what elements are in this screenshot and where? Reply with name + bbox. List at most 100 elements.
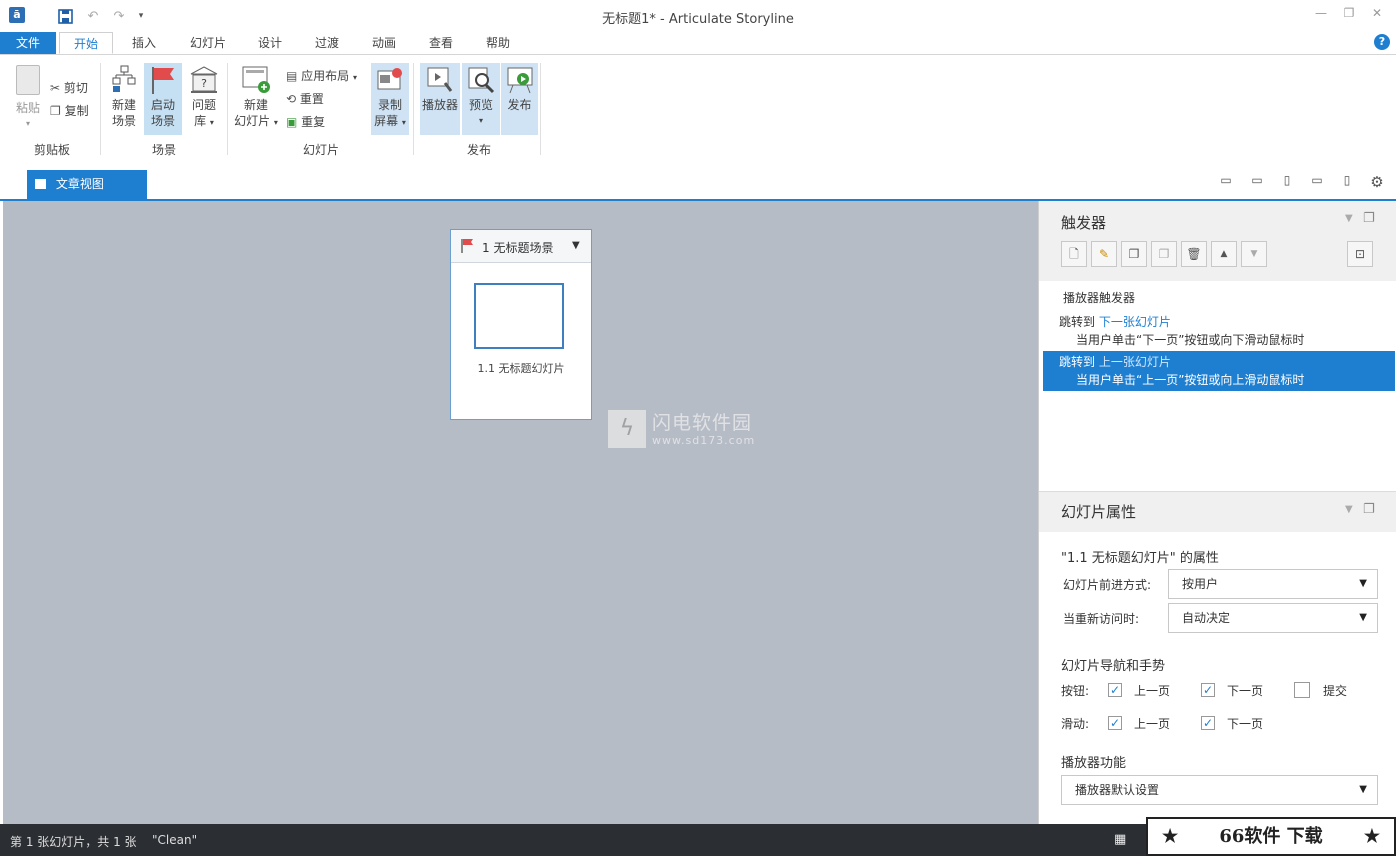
record-screen-button[interactable]: 录制 屏幕 ▾ xyxy=(371,63,409,135)
advance-select[interactable]: 按用户 ▼ xyxy=(1168,569,1378,599)
player-features-value: 播放器默认设置 xyxy=(1075,783,1160,797)
copy-button[interactable]: ❐ 复制 xyxy=(50,102,98,120)
float-panel-icon[interactable]: ❐ xyxy=(1363,502,1375,517)
buttons-submit-checkbox[interactable] xyxy=(1294,682,1310,698)
star-icon: ★ xyxy=(1162,826,1179,847)
publish-button[interactable]: 发布 xyxy=(501,63,538,135)
move-down-button[interactable]: ▼ xyxy=(1241,241,1267,267)
minimize-button[interactable]: — xyxy=(1310,6,1332,24)
grid-view-icon[interactable]: ▦ xyxy=(1114,832,1126,847)
copy-trigger-button[interactable]: ❐ xyxy=(1121,241,1147,267)
apply-layout-button[interactable]: ▤ 应用布局 ▾ xyxy=(286,67,370,85)
buttons-prev-label: 上一页 xyxy=(1134,684,1171,698)
group-label-publish: 发布 xyxy=(466,143,491,157)
start-scene-button[interactable]: 启动 场景 xyxy=(144,63,182,135)
duplicate-icon: ▣ xyxy=(286,115,298,129)
trigger-action: 跳转到 xyxy=(1059,315,1096,329)
new-slide-button[interactable]: 新建 幻灯片 ▾ xyxy=(233,63,279,135)
group-label-scene: 场景 xyxy=(151,143,176,157)
new-slide-label-2-row: 幻灯片 ▾ xyxy=(233,113,279,131)
swipe-prev-checkbox[interactable]: ✓ xyxy=(1108,716,1122,730)
trigger-target-link[interactable]: 上一张幻灯片 xyxy=(1099,355,1171,369)
scene-card[interactable]: 1 无标题场景 ▼ 1.1 无标题幻灯片 xyxy=(450,229,592,420)
gear-icon[interactable]: ⚙ xyxy=(1369,173,1385,191)
preview-button[interactable]: 预览 ▾ xyxy=(462,63,500,135)
star-icon: ★ xyxy=(1363,826,1380,847)
cut-button[interactable]: ✂ 剪切 xyxy=(50,79,98,97)
desktop-preview-icon[interactable]: ▭ xyxy=(1218,173,1234,187)
new-slide-label-1: 新建 xyxy=(243,98,268,112)
dropdown-arrow-icon: ▾ xyxy=(401,118,406,127)
watermark-brand: 闪电软件园 xyxy=(652,412,753,434)
buttons-submit-label: 提交 xyxy=(1323,684,1348,698)
reset-button[interactable]: ⟲ 重置 xyxy=(286,90,346,108)
duplicate-label: 重复 xyxy=(301,115,326,129)
tablet-portrait-icon[interactable]: ▯ xyxy=(1279,173,1295,187)
tab-insert[interactable]: 插入 xyxy=(120,32,168,54)
tab-file[interactable]: 文件 xyxy=(0,32,56,54)
tab-design[interactable]: 设计 xyxy=(248,32,292,54)
scene-tree-icon xyxy=(111,65,137,93)
phone-landscape-icon[interactable]: ▭ xyxy=(1309,173,1325,187)
group-label-clipboard: 剪贴板 xyxy=(33,143,70,157)
paste-dropdown-icon: ▾ xyxy=(25,119,30,128)
variables-button[interactable]: ⊡ xyxy=(1347,241,1373,267)
help-icon[interactable]: ? xyxy=(1374,34,1390,50)
tab-slides[interactable]: 幻灯片 xyxy=(180,32,236,54)
tab-view[interactable]: 查看 xyxy=(419,32,463,54)
delete-trigger-button[interactable]: 🗑 xyxy=(1181,241,1207,267)
trigger-row-selected[interactable]: 跳转到 上一张幻灯片 当用户单击“上一页”按钮或向上滑动鼠标时 xyxy=(1043,351,1395,391)
tab-help[interactable]: 帮助 xyxy=(476,32,520,54)
revisit-value: 自动决定 xyxy=(1182,611,1231,625)
properties-heading: "1.1 无标题幻灯片" 的属性 xyxy=(1061,551,1219,566)
move-up-button[interactable]: ▲ xyxy=(1211,241,1237,267)
swipe-next-checkbox[interactable]: ✓ xyxy=(1201,716,1215,730)
new-trigger-button[interactable]: 🗋 xyxy=(1061,241,1087,267)
player-features-select[interactable]: 播放器默认设置 ▼ xyxy=(1061,775,1378,805)
new-scene-label-1: 新建 xyxy=(111,98,136,112)
chevron-down-icon[interactable]: ▼ xyxy=(572,240,580,251)
new-scene-button[interactable]: 新建 场景 xyxy=(105,63,143,135)
slide-thumbnail[interactable] xyxy=(474,283,564,349)
tab-animations[interactable]: 动画 xyxy=(362,32,406,54)
slide-label: 1.1 无标题幻灯片 xyxy=(477,362,565,375)
paste-button[interactable]: 粘贴 ▾ xyxy=(10,65,46,133)
trigger-condition: 当用户单击“下一页”按钮或向下滑动鼠标时 xyxy=(1076,333,1305,347)
story-view-icon xyxy=(35,179,46,189)
swipe-next-label: 下一页 xyxy=(1227,717,1264,731)
buttons-next-checkbox[interactable]: ✓ xyxy=(1201,683,1215,697)
duplicate-button[interactable]: ▣ 重复 xyxy=(286,113,346,131)
record-screen-label-2: 屏幕 xyxy=(374,114,399,128)
trigger-line: 跳转到 上一张幻灯片 xyxy=(1059,353,1171,370)
tablet-landscape-icon[interactable]: ▭ xyxy=(1249,173,1265,187)
trigger-target-link[interactable]: 下一张幻灯片 xyxy=(1099,315,1171,329)
dropdown-arrow-icon: ▾ xyxy=(353,73,358,82)
tab-home[interactable]: 开始 xyxy=(59,32,113,54)
record-screen-label-1: 录制 xyxy=(377,98,402,112)
tab-story-view[interactable]: 文章视图 xyxy=(27,170,147,199)
edit-trigger-button[interactable]: ✎ xyxy=(1091,241,1117,267)
restore-button[interactable]: ❐ xyxy=(1338,6,1360,24)
buttons-prev-checkbox[interactable]: ✓ xyxy=(1108,683,1122,697)
collapse-icon[interactable]: ▼ xyxy=(1345,504,1353,515)
publish-icon xyxy=(505,65,535,95)
collapse-icon[interactable]: ▼ xyxy=(1345,213,1353,224)
publish-label: 发布 xyxy=(507,98,532,112)
paste-icon xyxy=(16,65,40,95)
player-button[interactable]: 播放器 xyxy=(420,63,460,135)
player-triggers-heading: 播放器触发器 xyxy=(1063,291,1136,305)
revisit-select[interactable]: 自动决定 ▼ xyxy=(1168,603,1378,633)
trigger-row[interactable]: 跳转到 下一张幻灯片 当用户单击“下一页”按钮或向下滑动鼠标时 xyxy=(1043,311,1395,351)
new-slide-label-2: 幻灯片 xyxy=(234,114,271,128)
float-panel-icon[interactable]: ❐ xyxy=(1363,211,1375,226)
phone-portrait-icon[interactable]: ▯ xyxy=(1339,173,1355,187)
slide-properties-title: 幻灯片属性 xyxy=(1061,503,1137,521)
paste-trigger-button[interactable]: ❐ xyxy=(1151,241,1177,267)
layout-icon: ▤ xyxy=(286,69,298,83)
question-bank-label-2: 库 xyxy=(194,114,207,128)
question-bank-button[interactable]: ? 问题 库 ▾ xyxy=(184,63,224,135)
red-flag-icon xyxy=(460,238,474,257)
tab-transitions[interactable]: 过渡 xyxy=(305,32,349,54)
scene-card-header[interactable]: 1 无标题场景 ▼ xyxy=(451,230,591,263)
close-button[interactable]: ✕ xyxy=(1366,6,1388,24)
